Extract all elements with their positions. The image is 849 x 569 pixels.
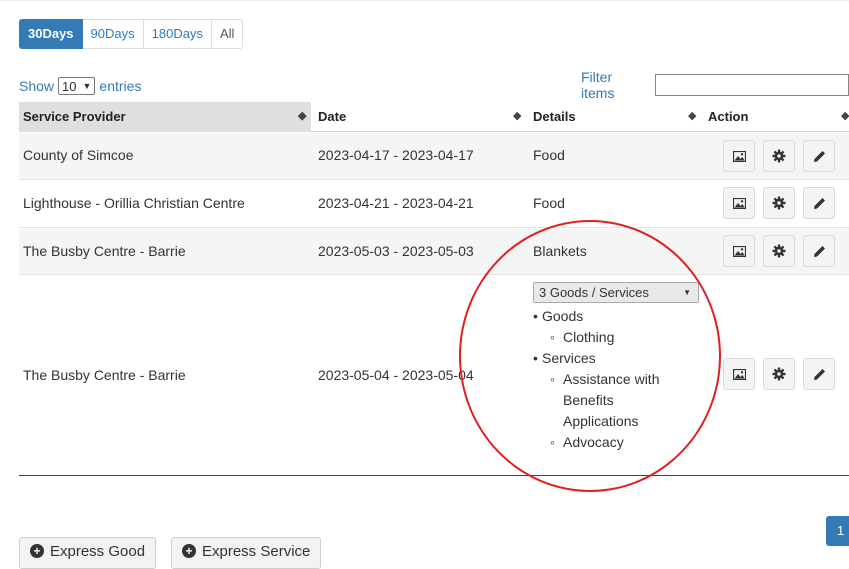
- column-header-action[interactable]: Action: [708, 102, 848, 132]
- entries-label: entries: [99, 78, 142, 94]
- list-item-services: Services: [533, 348, 659, 369]
- table-row: County of Simcoe 2023-04-17 - 2023-04-17…: [19, 133, 849, 180]
- chevron-down-icon: ▼: [82, 81, 92, 91]
- column-header-service-provider[interactable]: Service Provider ◆: [19, 102, 311, 132]
- settings-button[interactable]: [763, 140, 795, 172]
- table-row: Lighthouse - Orillia Christian Centre 20…: [19, 181, 849, 228]
- provider-cell: Lighthouse - Orillia Christian Centre: [23, 195, 245, 211]
- row-actions: [723, 358, 835, 390]
- date-cell: 2023-04-21 - 2023-04-21: [318, 195, 474, 211]
- image-icon: [732, 197, 746, 209]
- pencil-icon: [813, 197, 825, 209]
- edit-button[interactable]: [803, 187, 835, 219]
- image-icon: [732, 150, 746, 162]
- table-row: The Busby Centre - Barrie 2023-05-04 - 2…: [19, 276, 849, 476]
- edit-button[interactable]: [803, 235, 835, 267]
- filter-input[interactable]: [654, 74, 849, 96]
- view-image-button[interactable]: [723, 358, 755, 390]
- sort-icon: ◆: [688, 110, 697, 122]
- view-image-button[interactable]: [723, 235, 755, 267]
- details-cell: Food: [533, 147, 565, 163]
- view-image-button[interactable]: [723, 187, 755, 219]
- sort-icon: ◆: [513, 110, 522, 122]
- details-cell: Blankets: [533, 243, 587, 259]
- plus-circle-icon: +: [182, 544, 196, 558]
- image-icon: [732, 368, 746, 380]
- provider-cell: County of Simcoe: [23, 147, 134, 163]
- gear-icon: [772, 149, 786, 163]
- entries-select-value: 10: [62, 78, 77, 94]
- row-actions: [723, 140, 835, 172]
- list-item: Clothing: [533, 327, 659, 348]
- gear-icon: [772, 196, 786, 210]
- edit-button[interactable]: [803, 140, 835, 172]
- table-row: The Busby Centre - Barrie 2023-05-03 - 2…: [19, 229, 849, 275]
- date-cell: 2023-04-17 - 2023-04-17: [318, 147, 474, 163]
- list-item-continuation: Benefits: [563, 392, 614, 408]
- sort-icon: ◆: [298, 110, 307, 122]
- express-good-label: Express Good: [50, 542, 146, 560]
- edit-button[interactable]: [803, 358, 835, 390]
- caret-down-icon: ▼: [683, 288, 691, 297]
- list-item: Assistance with: [533, 369, 659, 390]
- pencil-icon: [813, 150, 825, 162]
- table-header: Service Provider ◆ Date ◆ Details ◆ Acti…: [19, 102, 849, 132]
- column-header-label: Details: [533, 109, 576, 124]
- image-icon: [732, 245, 746, 257]
- express-service-label: Express Service: [202, 542, 311, 560]
- plus-circle-icon: +: [30, 544, 44, 558]
- column-header-date[interactable]: Date: [318, 102, 518, 132]
- provider-cell: The Busby Centre - Barrie: [23, 367, 186, 383]
- date-cell: 2023-05-04 - 2023-05-04: [318, 367, 474, 383]
- list-item-continuation: Applications: [563, 413, 639, 429]
- pencil-icon: [813, 368, 825, 380]
- list-item-goods: Goods: [533, 306, 659, 327]
- date-cell: 2023-05-03 - 2023-05-03: [318, 243, 474, 259]
- gear-icon: [772, 367, 786, 381]
- tab-30days[interactable]: 30Days: [19, 19, 83, 49]
- settings-button[interactable]: [763, 235, 795, 267]
- column-header-label: Service Provider: [23, 109, 126, 124]
- column-header-details[interactable]: Details: [533, 102, 693, 132]
- tab-all[interactable]: All: [211, 19, 244, 49]
- express-good-button[interactable]: + Express Good: [19, 537, 157, 569]
- details-cell: Food: [533, 195, 565, 211]
- show-label: Show: [19, 78, 55, 94]
- row-actions: [723, 187, 835, 219]
- goods-services-list: Goods Clothing Services Assistance with …: [533, 306, 659, 453]
- pagination-page-1[interactable]: 1: [826, 516, 849, 546]
- top-divider: [0, 0, 849, 1]
- column-header-label: Date: [318, 109, 347, 124]
- filter-label: Filter items: [581, 69, 615, 101]
- settings-button[interactable]: [763, 358, 795, 390]
- settings-button[interactable]: [763, 187, 795, 219]
- tab-90days[interactable]: 90Days: [82, 19, 144, 49]
- goods-services-dropdown[interactable]: 3 Goods / Services ▼: [533, 282, 699, 303]
- gear-icon: [772, 244, 786, 258]
- column-header-label: Action: [708, 109, 749, 124]
- period-tabs: 30Days 90Days 180Days All: [19, 19, 244, 49]
- tab-180days[interactable]: 180Days: [143, 19, 212, 49]
- entries-length-control: Show 10 ▼ entries: [19, 77, 141, 95]
- express-service-button[interactable]: + Express Service: [171, 537, 322, 569]
- filter-control: Filter items: [581, 69, 849, 101]
- list-item: Advocacy: [533, 432, 659, 453]
- entries-select[interactable]: 10 ▼: [58, 77, 96, 95]
- view-image-button[interactable]: [723, 140, 755, 172]
- row-actions: [723, 235, 835, 267]
- sort-icon: ◆: [841, 110, 849, 122]
- dropdown-label: 3 Goods / Services: [539, 285, 649, 300]
- provider-cell: The Busby Centre - Barrie: [23, 243, 186, 259]
- pencil-icon: [813, 245, 825, 257]
